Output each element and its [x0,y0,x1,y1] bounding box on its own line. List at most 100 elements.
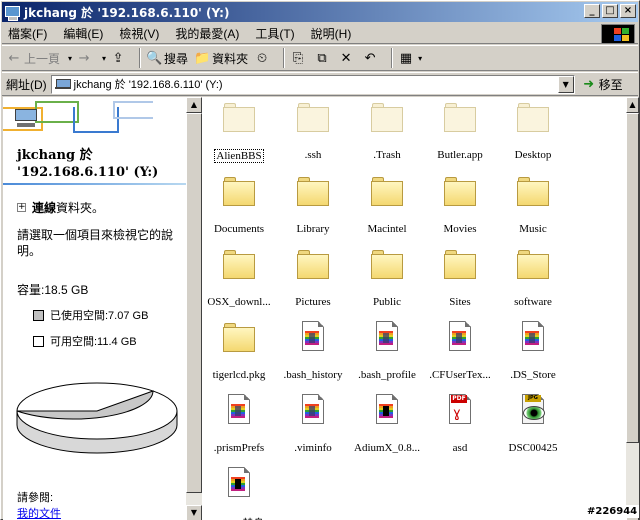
scroll-thumb[interactable] [186,113,202,493]
forward-button[interactable]: → [76,50,94,66]
go-button[interactable]: ➜ 移至 [581,76,623,93]
forward-dropdown[interactable]: ▾ [102,54,106,63]
scroll-up-button[interactable]: ▲ [626,97,639,113]
file-item[interactable]: .Trash [350,101,424,161]
file-item[interactable]: Sites [423,248,497,308]
menu-favorites[interactable]: 我的最愛(A) [175,25,239,42]
maximize-button[interactable]: □ [602,4,618,18]
file-name: OSX_downl... [207,296,271,308]
file-item[interactable]: Documents [202,175,276,235]
icon-part [379,416,393,418]
folder-icon [443,101,477,133]
file-item[interactable]: Public [350,248,424,308]
views-dropdown-icon: ▾ [418,53,423,63]
panel-scrollbar[interactable]: ▲ ▼ [186,97,202,520]
file-item[interactable]: PDF ɣ asd [423,394,497,454]
free-space-legend: 可用空間:11.4 GB [33,333,137,349]
history-button[interactable]: ⏲ [254,50,272,66]
file-name: Desktop [514,149,552,161]
undo-button[interactable]: ↶ [362,50,380,66]
close-button[interactable]: × [620,4,636,18]
file-item[interactable]: software [496,248,570,308]
menu-view[interactable]: 檢視(V) [119,25,159,42]
file-item[interactable]: Menu 替身 [202,467,276,520]
file-item[interactable]: .bash_profile [350,321,424,381]
file-item[interactable]: .DS_Store [496,321,570,381]
file-item[interactable]: Macintel [350,175,424,235]
file-name: tigerlcd.pkg [212,369,266,381]
icon-part [305,343,319,345]
folder-icon [296,175,330,207]
file-list-scrollbar[interactable]: ▲ ▼ [626,97,639,520]
file-item[interactable]: Butler.app [423,101,497,161]
file-name: Music [519,223,547,235]
icon-part [223,107,255,132]
go-label: 移至 [598,77,623,92]
folder-icon [370,175,404,207]
file-item[interactable]: Desktop [496,101,570,161]
delete-button[interactable]: ✕ [338,50,356,66]
file-item[interactable]: .bash_history [276,321,350,381]
folder-icon [443,248,477,280]
folder-icon [370,248,404,280]
back-arrow-icon: ← [8,50,20,66]
toolbar: ← 上一頁 ▾ → ▾ ⇪ 🔍 搜尋 📁 資料夾 ⏲ ⎘ ⧉ ✕ ↶ ▦ ▾ [2,45,638,71]
disk-usage-pie [16,382,178,454]
file-item[interactable]: tigerlcd.pkg [202,321,276,381]
back-label: 上一頁 [24,51,61,66]
network-drive-icon [54,78,71,90]
scroll-up-button[interactable]: ▲ [186,97,202,113]
minimize-button[interactable]: _ [584,4,600,18]
file-item[interactable]: .prismPrefs [202,394,276,454]
file-item[interactable]: AdiumX_0.8... [350,394,424,454]
folders-icon: 📁 [193,50,211,66]
views-button[interactable]: ▦ ▾ [398,50,426,66]
file-item[interactable]: .viminfo [276,394,350,454]
file-item[interactable]: .CFUserTex... [423,321,497,381]
folders-label: 資料夾 [212,51,249,66]
copy-to-button[interactable]: ⧉ [314,50,332,66]
back-button[interactable]: ← 上一頁 [6,50,60,67]
file-name: AlienBBS [214,149,264,163]
menu-help[interactable]: 說明(H) [311,25,352,42]
connect-folder-row[interactable]: + 連線 資料夾。 [17,199,104,216]
move-to-button[interactable]: ⎘ [290,50,308,66]
icon-part [517,107,549,132]
address-dropdown-button[interactable]: ▼ [557,75,574,93]
menu-edit[interactable]: 編輯(E) [63,25,103,42]
scroll-down-button[interactable]: ▼ [186,505,202,520]
folders-button[interactable]: 📁 資料夾 [194,50,248,67]
address-input[interactable]: jkchang 於 '192.168.6.110' (Y:) ▼ [50,74,575,94]
search-button[interactable]: 🔍 搜尋 [146,50,188,67]
file-item[interactable]: .ssh [276,101,350,161]
file-name: .bash_profile [358,369,416,381]
file-name: .DS_Store [510,369,556,381]
file-item[interactable]: Movies [423,175,497,235]
file-name: .viminfo [294,442,332,454]
file-item[interactable]: JPG DSC00425 [496,394,570,454]
icon-part [231,416,245,418]
icon-part [297,107,329,132]
up-button[interactable]: ⇪ [110,50,128,66]
file-name: Pictures [295,296,331,308]
icon-part [309,333,315,343]
used-swatch [33,309,44,321]
panel-title: jkchang 於 '192.168.6.110' (Y:) [17,148,159,180]
icon-part [305,331,319,345]
address-bar: 網址(D) jkchang 於 '192.168.6.110' (Y:) ▼ ➜… [2,72,638,96]
file-item[interactable]: Music [496,175,570,235]
icon-part [525,331,539,345]
menu-file[interactable]: 檔案(F) [8,25,47,42]
file-item[interactable]: OSX_downl... [202,248,276,308]
menu-tools[interactable]: 工具(T) [255,25,294,42]
scroll-thumb[interactable] [626,113,639,443]
file-name: .prismPrefs [213,442,265,454]
my-documents-link[interactable]: 我的文件 [17,505,61,520]
file-item[interactable]: Library [276,175,350,235]
file-item[interactable]: AlienBBS [202,101,276,163]
file-item[interactable]: Pictures [276,248,350,308]
back-dropdown[interactable]: ▾ [68,54,72,63]
title-bar[interactable]: jkchang 於 '192.168.6.110' (Y:) _ □ × [2,2,638,22]
expand-icon: + [17,202,26,212]
capacity-text: 容量:18.5 GB [17,283,89,297]
